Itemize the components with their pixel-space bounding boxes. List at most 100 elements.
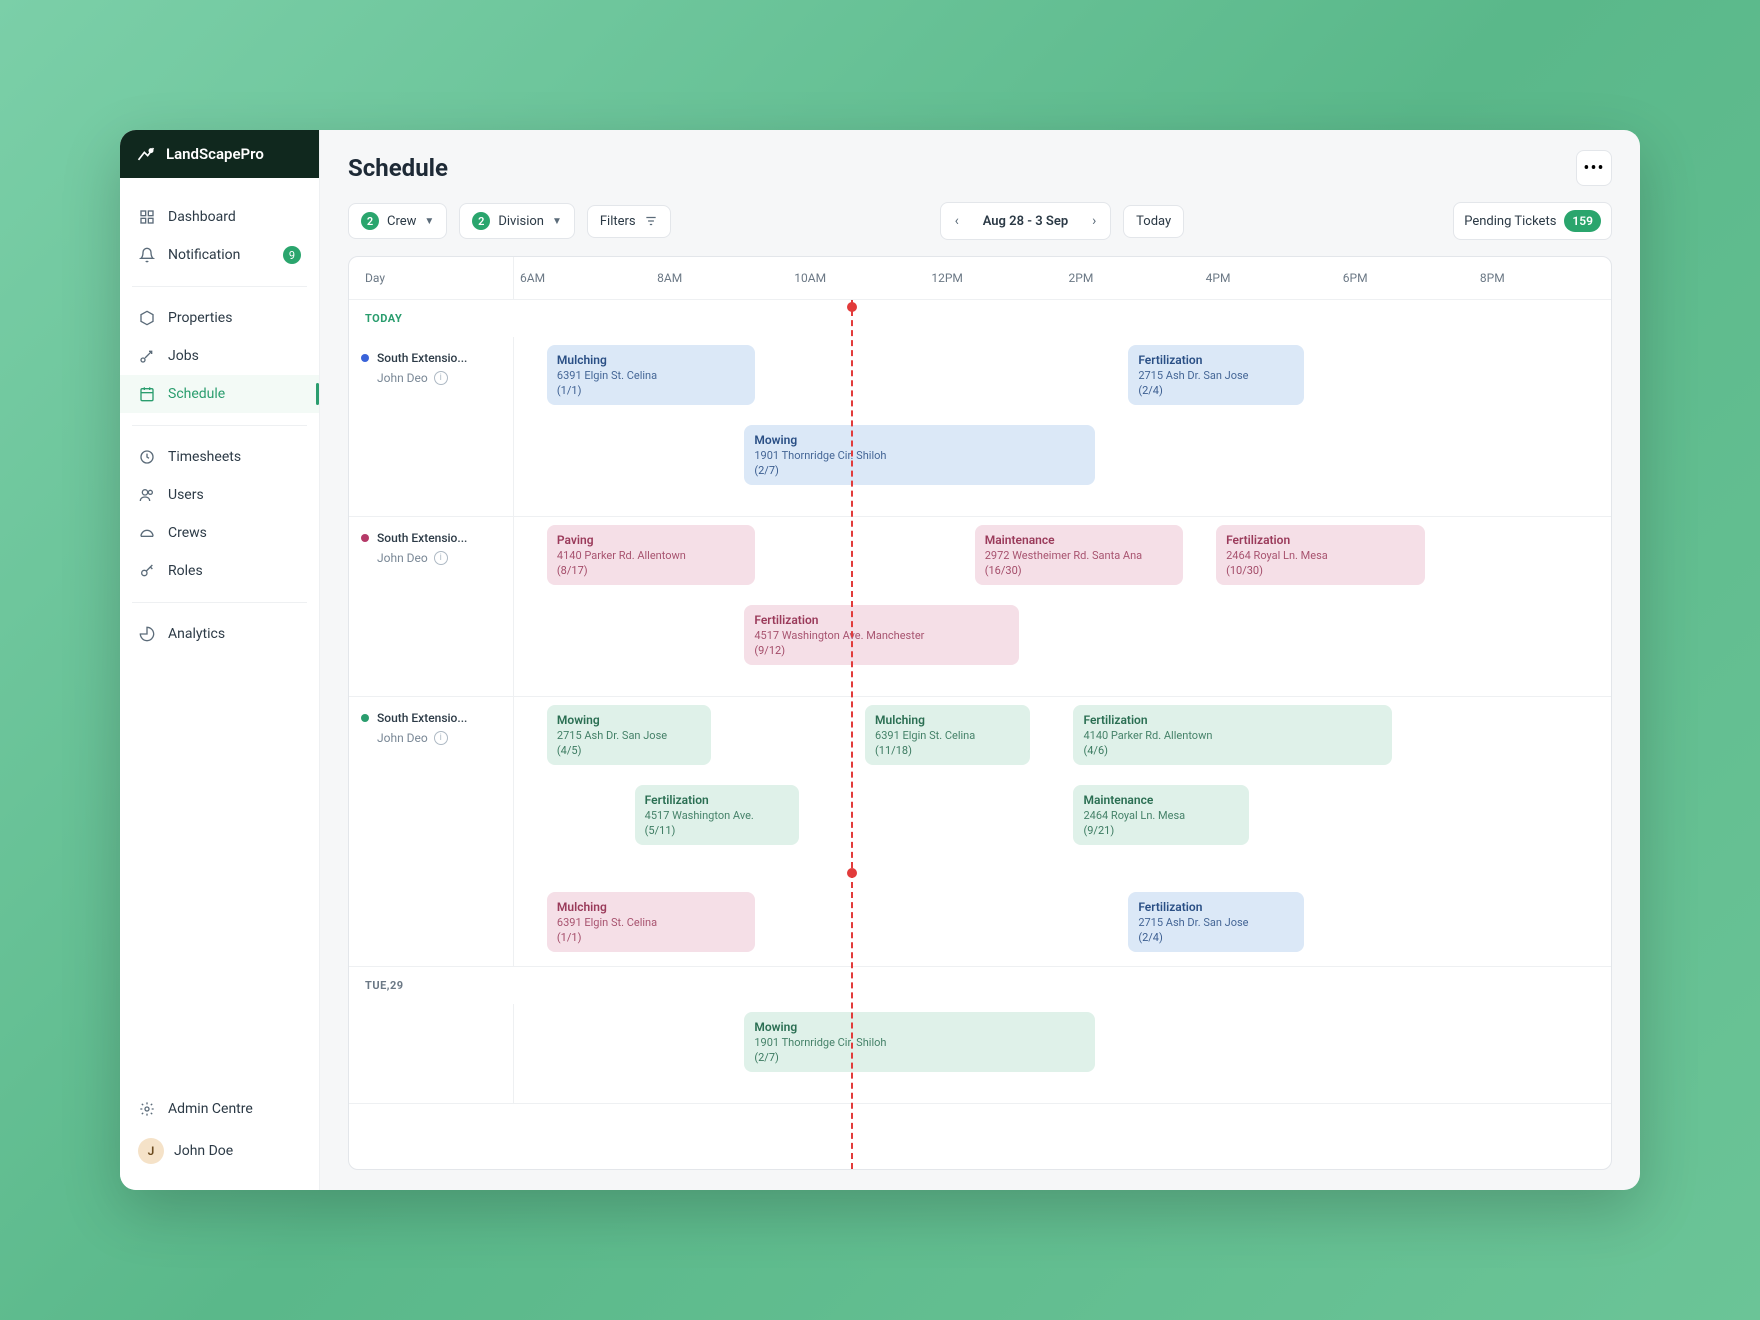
sidebar-item-schedule[interactable]: Schedule [120, 375, 319, 413]
division-filter[interactable]: 2 Division ▼ [459, 203, 575, 239]
schedule-event[interactable]: Fertilization 2715 Ash Dr. San Jose (2/4… [1128, 345, 1304, 405]
sidebar-item-dashboard[interactable]: Dashboard [120, 198, 319, 236]
event-address: 6391 Elgin St. Celina [557, 369, 745, 382]
sidebar-item-label: Users [168, 487, 204, 503]
toolbar: 2 Crew ▼ 2 Division ▼ Filters ‹ Aug 28 -… [320, 186, 1640, 256]
schedule-event[interactable]: Fertilization 2715 Ash Dr. San Jose (2/4… [1128, 892, 1304, 952]
event-title: Maintenance [985, 533, 1173, 547]
crew-lead: John Deoi [361, 371, 501, 385]
event-progress: (2/7) [754, 464, 1085, 477]
notification-badge: 9 [283, 246, 301, 264]
schedule-event[interactable]: Fertilization 4140 Parker Rd. Allentown … [1073, 705, 1391, 765]
schedule-event[interactable]: Mulching 6391 Elgin St. Celina (1/1) [547, 892, 755, 952]
time-col: 2PM [1063, 257, 1200, 299]
current-user[interactable]: J John Doe [120, 1128, 319, 1174]
sidebar-item-notification[interactable]: Notification 9 [120, 236, 319, 274]
date-navigator: ‹ Aug 28 - 3 Sep › [940, 202, 1111, 240]
page-header: Schedule ••• [320, 130, 1640, 186]
sidebar-item-label: Timesheets [168, 449, 241, 465]
time-col: 8PM [1474, 257, 1611, 299]
crew-name: South Extensio... [361, 711, 501, 725]
pending-label: Pending Tickets [1464, 214, 1556, 229]
event-address: 4517 Washington Ave. Manchester [754, 629, 1008, 642]
more-button[interactable]: ••• [1576, 150, 1612, 186]
schedule-event[interactable]: Mowing 2715 Ash Dr. San Jose (4/5) [547, 705, 712, 765]
schedule-event[interactable]: Fertilization 2464 Royal Ln. Mesa (10/30… [1216, 525, 1424, 585]
schedule-event[interactable]: Mowing 1901 Thornridge Cir. Shiloh (2/7) [744, 1012, 1095, 1072]
event-progress: (9/21) [1083, 824, 1239, 837]
crew-row: South Extensio... John Deoi Paving 4140 … [349, 517, 1611, 697]
sidebar-item-label: Admin Centre [168, 1101, 253, 1117]
event-progress: (9/12) [754, 644, 1008, 657]
sidebar-nav: Dashboard Notification 9 Properties Jobs [120, 178, 319, 1080]
event-address: 2715 Ash Dr. San Jose [557, 729, 702, 742]
schedule-event[interactable]: Maintenance 2972 Westheimer Rd. Santa An… [975, 525, 1183, 585]
crew-filter[interactable]: 2 Crew ▼ [348, 203, 447, 239]
event-progress: (10/30) [1226, 564, 1414, 577]
today-button[interactable]: Today [1123, 205, 1184, 238]
app-frame: LandScapePro Dashboard Notification 9 Pr… [120, 130, 1640, 1190]
prev-button[interactable]: ‹ [941, 203, 973, 239]
event-title: Mowing [754, 433, 1085, 447]
info-icon[interactable]: i [434, 731, 448, 745]
crew-color-dot [361, 354, 369, 362]
schedule-event[interactable]: Fertilization 4517 Washington Ave. Manch… [744, 605, 1018, 665]
link-icon [138, 347, 156, 365]
page-title: Schedule [348, 154, 448, 182]
schedule-event[interactable]: Fertilization 4517 Washington Ave. (5/11… [635, 785, 800, 845]
event-address: 1901 Thornridge Cir. Shiloh [754, 1036, 1085, 1049]
info-icon[interactable]: i [434, 371, 448, 385]
next-button[interactable]: › [1078, 203, 1110, 239]
time-col: 10AM [788, 257, 925, 299]
section-tue: TUE,29 [349, 967, 1611, 1004]
day-header: Day [349, 257, 514, 299]
crew-name: South Extensio... [361, 351, 501, 365]
event-address: 2715 Ash Dr. San Jose [1138, 916, 1294, 929]
event-address: 2464 Royal Ln. Mesa [1226, 549, 1414, 562]
sidebar-item-crews[interactable]: Crews [120, 514, 319, 552]
sidebar-item-label: Roles [168, 563, 203, 579]
date-range: Aug 28 - 3 Sep [973, 214, 1078, 229]
event-progress: (11/18) [875, 744, 1020, 757]
sidebar-item-users[interactable]: Users [120, 476, 319, 514]
time-col: 4PM [1200, 257, 1337, 299]
pending-tickets-button[interactable]: Pending Tickets 159 [1453, 202, 1612, 240]
sidebar: LandScapePro Dashboard Notification 9 Pr… [120, 130, 320, 1190]
schedule-event[interactable]: Paving 4140 Parker Rd. Allentown (8/17) [547, 525, 755, 585]
section-today: TODAY [349, 300, 1611, 337]
event-address: 4140 Parker Rd. Allentown [1083, 729, 1381, 742]
crew-name: South Extensio... [361, 531, 501, 545]
schedule-event[interactable]: Mulching 6391 Elgin St. Celina (11/18) [865, 705, 1030, 765]
schedule-event[interactable]: Mowing 1901 Thornridge Cir. Shiloh (2/7) [744, 425, 1095, 485]
time-col: 8AM [651, 257, 788, 299]
sidebar-item-jobs[interactable]: Jobs [120, 337, 319, 375]
sidebar-item-label: Jobs [168, 348, 199, 364]
time-header: Day 6AM8AM10AM12PM2PM4PM6PM8PM [349, 257, 1611, 300]
sidebar-item-admin[interactable]: Admin Centre [120, 1090, 319, 1128]
event-title: Mulching [875, 713, 1020, 727]
chevron-down-icon: ▼ [552, 216, 562, 227]
schedule-panel: Day 6AM8AM10AM12PM2PM4PM6PM8PM TODAY Sou… [348, 256, 1612, 1170]
crew-row: Mowing 1901 Thornridge Cir. Shiloh (2/7) [349, 1004, 1611, 1104]
info-icon[interactable]: i [434, 551, 448, 565]
event-title: Fertilization [1083, 713, 1381, 727]
sidebar-item-properties[interactable]: Properties [120, 299, 319, 337]
sidebar-item-analytics[interactable]: Analytics [120, 615, 319, 653]
schedule-body[interactable]: TODAY South Extensio... John Deoi Mulchi… [349, 300, 1611, 1169]
nav-separator [132, 602, 307, 603]
schedule-event[interactable]: Mulching 6391 Elgin St. Celina (1/1) [547, 345, 755, 405]
sidebar-item-timesheets[interactable]: Timesheets [120, 438, 319, 476]
chevron-down-icon: ▼ [424, 216, 434, 227]
sidebar-item-label: Analytics [168, 626, 225, 642]
sidebar-item-roles[interactable]: Roles [120, 552, 319, 590]
filters-button[interactable]: Filters [587, 205, 671, 238]
dots-icon: ••• [1583, 158, 1604, 179]
brand-logo-icon [136, 144, 156, 164]
key-icon [138, 562, 156, 580]
now-dot-icon [847, 302, 857, 312]
pending-count: 159 [1564, 210, 1601, 232]
event-address: 4517 Washington Ave. [645, 809, 790, 822]
schedule-event[interactable]: Maintenance 2464 Royal Ln. Mesa (9/21) [1073, 785, 1249, 845]
crew-lead: John Deoi [361, 731, 501, 745]
event-address: 2972 Westheimer Rd. Santa Ana [985, 549, 1173, 562]
